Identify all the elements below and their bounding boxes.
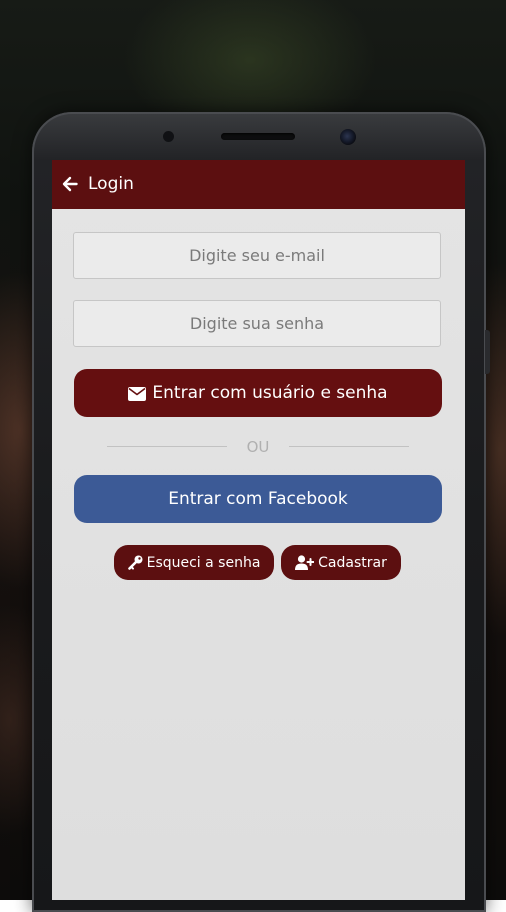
forgot-password-label: Esqueci a senha (146, 554, 261, 571)
forgot-password-button[interactable]: Esqueci a senha (114, 545, 274, 580)
register-button[interactable]: Cadastrar (281, 545, 401, 580)
phone-side-button (485, 330, 490, 374)
earpiece-speaker (221, 133, 295, 140)
page-title: Login (88, 174, 134, 194)
divider-label: OU (246, 438, 270, 456)
password-field[interactable] (73, 300, 441, 347)
proximity-sensor (163, 131, 174, 142)
app-screen: Login Entrar com usuário e senha OU Entr… (52, 160, 465, 900)
front-camera (340, 129, 356, 145)
login-button-label: Entrar com usuário e senha (152, 383, 388, 403)
login-button[interactable]: Entrar com usuário e senha (74, 369, 442, 417)
facebook-button-label: Entrar com Facebook (168, 489, 348, 509)
user-plus-icon (295, 555, 315, 570)
arrow-left-icon[interactable] (62, 176, 78, 192)
register-label: Cadastrar (318, 554, 387, 571)
or-divider: OU (107, 436, 409, 458)
key-icon (127, 555, 143, 570)
email-field[interactable] (73, 232, 441, 279)
facebook-login-button[interactable]: Entrar com Facebook (74, 475, 442, 523)
app-bar: Login (52, 160, 465, 209)
envelope-icon (128, 386, 147, 401)
